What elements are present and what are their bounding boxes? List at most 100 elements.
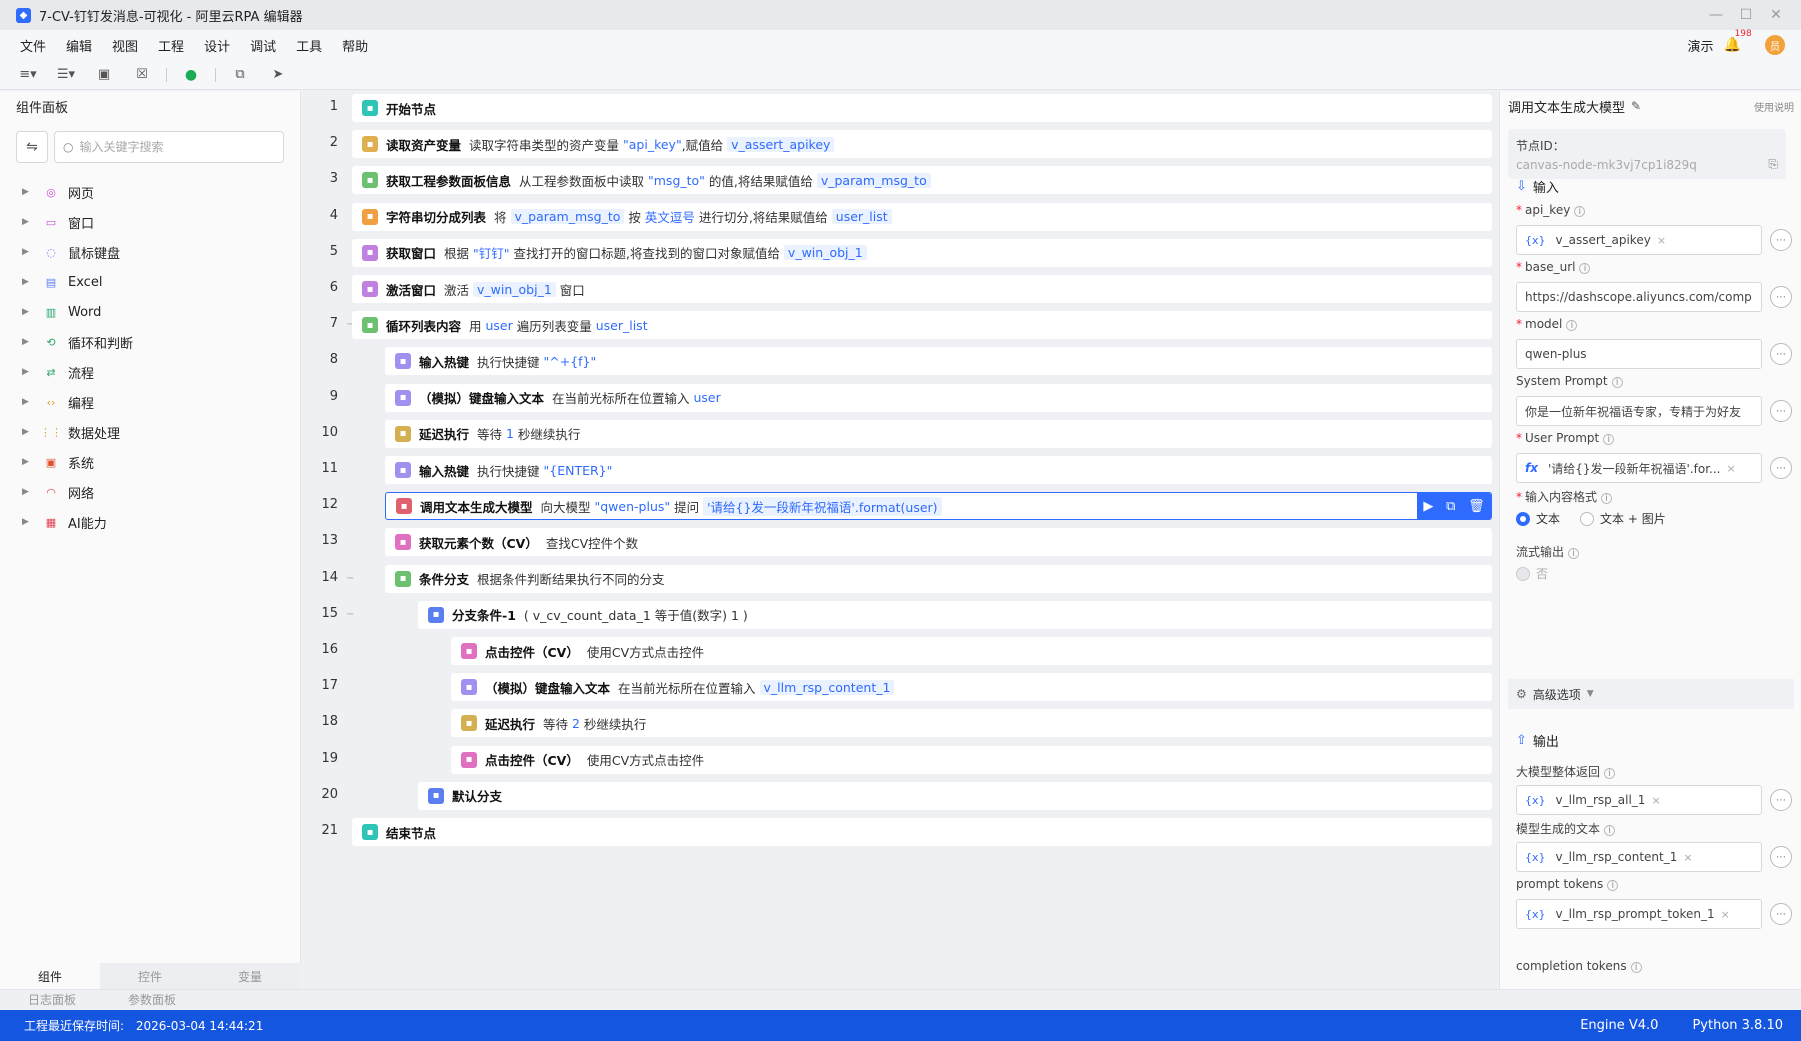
bell-icon[interactable]: 🔔 198 xyxy=(1724,29,1752,53)
more-options-icon[interactable]: ⋯ xyxy=(1770,343,1792,365)
flow-node[interactable]: ▪ 延迟执行 等待 1 秒继续执行 xyxy=(385,419,1492,448)
user-prompt-field[interactable]: fx '请给{}发一段新年祝福语'.for... × xyxy=(1516,453,1762,483)
tab-controls[interactable]: 控件 xyxy=(100,963,200,989)
caret-right-icon[interactable]: ▶ xyxy=(22,487,34,497)
flow-node[interactable]: ▪ 输入热键 执行快捷键 "{ENTER}" xyxy=(385,456,1492,484)
close-window-button[interactable]: ✕ xyxy=(1761,7,1791,23)
model-field[interactable]: qwen-plus xyxy=(1516,339,1762,369)
api-key-field[interactable]: {x} v_assert_apikey × xyxy=(1516,225,1762,255)
avatar[interactable]: 员 xyxy=(1765,35,1785,55)
demo-button[interactable]: 演示 xyxy=(1688,36,1714,55)
tree-item[interactable]: ▶ ◌ 鼠标键盘 xyxy=(0,237,300,267)
more-options-icon[interactable]: ⋯ xyxy=(1770,286,1792,308)
flow-node[interactable]: ▪ 循环列表内容用 user 遍历列表变量 user_list xyxy=(352,311,1492,340)
menu-file[interactable]: 文件 xyxy=(20,36,46,55)
flow-node[interactable]: ▪ 默认分支 xyxy=(418,781,1492,810)
flow-node[interactable]: ▪ 获取窗口 根据 "钉钉" 查找打开的窗口标题,将查找到的窗口对象赋值给 v_wi… xyxy=(352,238,1492,267)
menu-help[interactable]: 帮助 xyxy=(342,36,368,55)
tree-item[interactable]: ▶ ▣ 系统 xyxy=(0,447,300,477)
collapse-icon[interactable]: − xyxy=(346,609,356,620)
out-all-field[interactable]: {x} v_llm_rsp_all_1 × xyxy=(1516,785,1762,815)
filter-toggle-icon[interactable]: ⇋ xyxy=(16,131,48,163)
search-input[interactable] xyxy=(79,140,250,154)
menu-debug[interactable]: 调试 xyxy=(250,36,276,55)
copy-icon[interactable]: ⎘ xyxy=(1768,157,1778,172)
flow-node-selected[interactable]: ▪ 调用文本生成大模型 向大模型 "qwen-plus" 提问 '请给{}发一段新年… xyxy=(385,492,1492,521)
caret-right-icon[interactable]: ▶ xyxy=(22,277,34,287)
advanced-options-toggle[interactable]: ⚙ 高级选项 ▼ xyxy=(1508,679,1794,709)
usage-help-link[interactable]: 使用说明 xyxy=(1754,99,1794,114)
out-prompt-tokens-field[interactable]: {x} v_llm_rsp_prompt_token_1 × xyxy=(1516,899,1762,929)
menu-edit[interactable]: 编辑 xyxy=(66,36,92,55)
more-options-icon[interactable]: ⋯ xyxy=(1770,457,1792,479)
flow-node[interactable]: ▪ 点击控件（CV） 使用CV方式点击控件 xyxy=(451,637,1492,665)
menu-project[interactable]: 工程 xyxy=(158,36,184,55)
trash-icon[interactable]: 🗑 xyxy=(1468,499,1485,514)
caret-right-icon[interactable]: ▶ xyxy=(22,337,34,347)
tab-log-panel[interactable]: 日志面板 xyxy=(28,990,76,1010)
flow-node[interactable]: ▪ 字符串切分成列表将 v_param_msg_to 按 英文逗号 进行切分,将结… xyxy=(352,202,1492,231)
more-options-icon[interactable]: ⋯ xyxy=(1770,400,1792,422)
menu-tools[interactable]: 工具 xyxy=(296,36,322,55)
system-prompt-field[interactable]: 你是一位新年祝福语专家，专精于为好友 xyxy=(1516,396,1762,426)
tree-item[interactable]: ▶ ▤ Excel xyxy=(0,267,300,297)
run-icon[interactable]: ● xyxy=(177,63,205,87)
flow-node[interactable]: ▪ 条件分支 根据条件判断结果执行不同的分支 xyxy=(385,564,1492,593)
base-url-field[interactable]: https://dashscope.aliyuncs.com/comp xyxy=(1516,282,1762,312)
flow-node[interactable]: ▪ 开始节点 xyxy=(352,94,1492,122)
flow-node[interactable]: ▪ 获取元素个数（CV） 查找CV控件个数 xyxy=(385,528,1492,557)
copy-window-icon[interactable]: ⧉ xyxy=(226,63,254,87)
tree-item[interactable]: ▶ ‹› 编程 xyxy=(0,387,300,417)
tree-item[interactable]: ▶ ⋮⋮ 数据处理 xyxy=(0,417,300,447)
edit-pencil-icon[interactable]: ✎ xyxy=(1631,99,1641,113)
remove-chip-icon[interactable]: × xyxy=(1727,462,1736,475)
flow-node[interactable]: ▪ 读取资产变量 读取字符串类型的资产变量 "api_key" ,赋值给 v_asse… xyxy=(352,130,1492,159)
remove-chip-icon[interactable]: × xyxy=(1683,851,1692,864)
tree-item[interactable]: ▶ ▭ 窗口 xyxy=(0,207,300,237)
tree-item[interactable]: ▶ ⇄ 流程 xyxy=(0,357,300,387)
out-text-field[interactable]: {x} v_llm_rsp_content_1 × xyxy=(1516,842,1762,872)
flow-node[interactable]: ▪ 点击控件（CV） 使用CV方式点击控件 xyxy=(451,745,1492,774)
radio-text-image[interactable] xyxy=(1580,511,1595,526)
menu-view[interactable]: 视图 xyxy=(112,36,138,55)
remove-chip-icon[interactable]: × xyxy=(1657,234,1666,247)
tab-components[interactable]: 组件 xyxy=(0,963,100,989)
collapse-icon[interactable]: − xyxy=(346,573,356,584)
flow-node[interactable]: ▪ 激活窗口 激活 v_win_obj_1 窗口 xyxy=(352,275,1492,303)
tree-item[interactable]: ▶ ◎ 网页 xyxy=(0,177,300,207)
flow-node[interactable]: ▪ 结束节点 xyxy=(352,818,1492,846)
tree-item[interactable]: ▶ ◠ 网络 xyxy=(0,477,300,507)
flow-node[interactable]: ▪ （模拟）键盘输入文本 在当前光标所在位置输入 user xyxy=(385,383,1492,412)
minimize-button[interactable]: — xyxy=(1701,7,1731,23)
caret-right-icon[interactable]: ▶ xyxy=(22,187,34,197)
more-options-icon[interactable]: ⋯ xyxy=(1770,229,1792,251)
flow-node[interactable]: ▪ 获取工程参数面板信息 从工程参数面板中读取 "msg_to" 的值,将结果赋值给… xyxy=(352,166,1492,195)
tree-item[interactable]: ▶ ▦ AI能力 xyxy=(0,507,300,537)
remove-chip-icon[interactable]: × xyxy=(1721,908,1730,921)
caret-right-icon[interactable]: ▶ xyxy=(22,307,34,317)
more-options-icon[interactable]: ⋯ xyxy=(1770,903,1792,925)
close-project-icon[interactable]: ☒ xyxy=(128,63,156,87)
caret-right-icon[interactable]: ▶ xyxy=(22,397,34,407)
save-icon[interactable]: ▣ xyxy=(90,63,118,87)
flow-node[interactable]: ▪ 分支条件-1 ( v_cv_count_data_1 等于值(数字) 1 ) xyxy=(418,600,1492,629)
menu-design[interactable]: 设计 xyxy=(204,36,230,55)
flow-node[interactable]: ▪ （模拟）键盘输入文本 在当前光标所在位置输入 v_llm_rsp_content… xyxy=(451,673,1492,702)
stack-dropdown-icon[interactable]: ☰▾ xyxy=(52,63,80,87)
more-options-icon[interactable]: ⋯ xyxy=(1770,846,1792,868)
remove-chip-icon[interactable]: × xyxy=(1651,794,1660,807)
tree-item[interactable]: ▶ ⟲ 循环和判断 xyxy=(0,327,300,357)
play-icon[interactable]: ▶ xyxy=(1423,499,1433,514)
caret-right-icon[interactable]: ▶ xyxy=(22,517,34,527)
tree-item[interactable]: ▶ ▥ Word xyxy=(0,297,300,327)
tab-param-panel[interactable]: 参数面板 xyxy=(128,990,176,1010)
more-options-icon[interactable]: ⋯ xyxy=(1770,789,1792,811)
publish-send-icon[interactable]: ➤ xyxy=(264,63,292,87)
maximize-button[interactable]: ☐ xyxy=(1731,7,1761,23)
layers-dropdown-icon[interactable]: ≡▾ xyxy=(14,63,42,87)
caret-right-icon[interactable]: ▶ xyxy=(22,427,34,437)
caret-right-icon[interactable]: ▶ xyxy=(22,217,34,227)
flow-node[interactable]: ▪ 延迟执行 等待 2 秒继续执行 xyxy=(451,709,1492,738)
caret-right-icon[interactable]: ▶ xyxy=(22,367,34,377)
flow-node[interactable]: ▪ 输入热键 执行快捷键 "^+{f}" xyxy=(385,347,1492,376)
